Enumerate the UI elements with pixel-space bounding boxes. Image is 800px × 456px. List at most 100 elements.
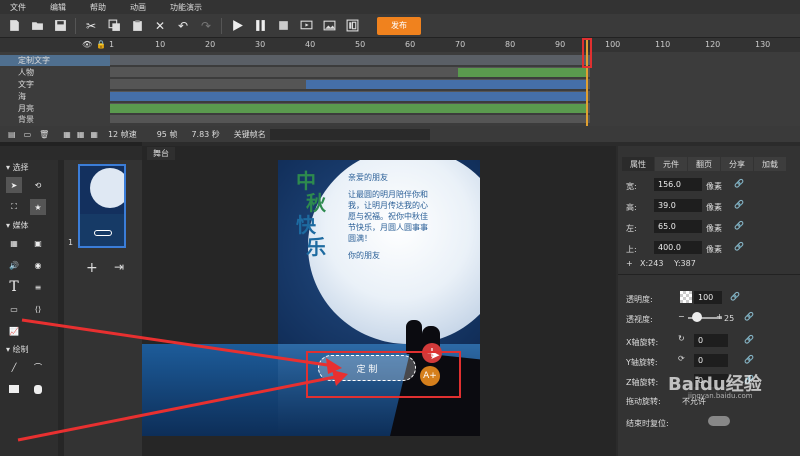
- rotate-tool-icon[interactable]: ⟲: [30, 177, 46, 193]
- festival-title: 中 秋 快 乐: [296, 170, 336, 258]
- ruler-label: 1: [109, 40, 115, 49]
- layer-row-background[interactable]: 背景: [0, 115, 110, 124]
- play-icon[interactable]: [229, 18, 245, 34]
- new-file-icon[interactable]: [6, 18, 22, 34]
- layer-track[interactable]: [110, 55, 590, 66]
- transparency-value: 25: [724, 314, 735, 323]
- delete-icon[interactable]: ✕: [152, 18, 168, 34]
- left-input[interactable]: 65.0: [654, 220, 702, 233]
- keyframe-name-input[interactable]: [269, 128, 430, 140]
- frame-tool-icon[interactable]: ▦: [63, 130, 71, 139]
- tab-stage[interactable]: 舞台: [147, 147, 175, 160]
- title-char: 中: [296, 169, 316, 193]
- list-icon[interactable]: ≡: [30, 279, 46, 295]
- frame-tool-icon[interactable]: ▦: [90, 130, 98, 139]
- save-icon[interactable]: [52, 18, 68, 34]
- layer-name: 月亮: [18, 104, 34, 113]
- transform-icon[interactable]: ⛶: [6, 199, 22, 215]
- picture-icon[interactable]: ▣: [30, 235, 46, 251]
- add-layer-icon[interactable]: ▤: [8, 130, 16, 139]
- top-input[interactable]: 400.0: [654, 241, 702, 254]
- plus-icon[interactable]: +: [716, 312, 723, 321]
- tab-properties[interactable]: 属性: [622, 157, 654, 171]
- paste-icon[interactable]: [129, 18, 145, 34]
- stop-icon[interactable]: [275, 18, 291, 34]
- add-page-icon[interactable]: +: [86, 260, 98, 276]
- tween-bar[interactable]: [306, 80, 586, 89]
- menu-demo[interactable]: 功能演示: [170, 2, 202, 13]
- video-icon[interactable]: ◉: [30, 257, 46, 273]
- link-icon[interactable]: 🔗: [734, 179, 744, 188]
- ruler-label: 100: [605, 40, 621, 49]
- menu-animation[interactable]: 动画: [130, 2, 146, 13]
- tab-share[interactable]: 分享: [721, 157, 753, 171]
- undo-icon[interactable]: ↶: [175, 18, 191, 34]
- eye-icon[interactable]: 👁: [82, 40, 92, 49]
- y-rotation-input[interactable]: 0: [694, 354, 728, 367]
- link-icon[interactable]: 🔗: [744, 335, 754, 344]
- open-folder-icon[interactable]: [29, 18, 45, 34]
- star-frame-icon[interactable]: ★: [30, 199, 46, 215]
- tween-bar[interactable]: [110, 104, 586, 113]
- reset-toggle[interactable]: [708, 416, 730, 426]
- grid-icon[interactable]: ▦: [6, 235, 22, 251]
- trash-icon[interactable]: 🗑: [39, 130, 49, 139]
- text-tool-icon[interactable]: T: [6, 279, 22, 295]
- x-rotation-input[interactable]: 0: [694, 334, 728, 347]
- import-page-icon[interactable]: ⇥: [114, 260, 124, 274]
- slider-handle[interactable]: [692, 312, 702, 322]
- plus-icon: +: [626, 259, 633, 268]
- link-icon[interactable]: 🔗: [744, 355, 754, 364]
- layer-row-people[interactable]: 人物: [0, 67, 110, 78]
- link-icon[interactable]: 🔗: [734, 200, 744, 209]
- tab-page-flip[interactable]: 翻页: [688, 157, 720, 171]
- tween-bar[interactable]: [110, 92, 586, 101]
- link-icon[interactable]: 🔗: [730, 292, 740, 301]
- menu-edit[interactable]: 编辑: [50, 2, 66, 13]
- tween-bar[interactable]: [458, 68, 586, 77]
- tab-load[interactable]: 加载: [754, 157, 786, 171]
- layer-row-moon[interactable]: 月亮: [0, 103, 110, 114]
- folder-icon[interactable]: ▭: [24, 130, 32, 139]
- duration: 7.83 秒: [191, 129, 220, 139]
- unit-label: 像素: [706, 203, 722, 212]
- layer-row-text[interactable]: 文字: [0, 79, 110, 90]
- lock-icon[interactable]: 🔒: [96, 40, 106, 49]
- opacity-select[interactable]: 100: [694, 291, 722, 304]
- image-icon[interactable]: [321, 18, 337, 34]
- minus-icon[interactable]: −: [678, 312, 685, 321]
- layer-track[interactable]: [110, 115, 590, 124]
- pointer-icon[interactable]: ➤: [6, 177, 22, 193]
- annotation-arrows: [17, 318, 348, 442]
- copy-icon[interactable]: [106, 18, 122, 34]
- section-select: ▾ 选择: [6, 162, 29, 172]
- height-label: 高:: [626, 203, 637, 212]
- layer-name: 文字: [18, 80, 34, 89]
- y-rotation-label: Y轴旋转:: [626, 358, 658, 367]
- left-label: 左:: [626, 224, 637, 233]
- menu-file[interactable]: 文件: [10, 2, 26, 13]
- tab-components[interactable]: 元件: [655, 157, 687, 171]
- ruler-label: 20: [205, 40, 216, 49]
- frame-tool-icon[interactable]: ▦: [77, 130, 85, 139]
- height-input[interactable]: 39.0: [654, 199, 702, 212]
- cut-icon[interactable]: ✂: [83, 18, 99, 34]
- link-icon[interactable]: 🔗: [744, 312, 754, 321]
- preview-icon[interactable]: [298, 18, 314, 34]
- audio-icon[interactable]: 🔊: [6, 257, 22, 273]
- toolbar-divider: [221, 17, 222, 34]
- redo-icon[interactable]: ↷: [198, 18, 214, 34]
- page-thumbnail[interactable]: [78, 164, 126, 248]
- clipboard-icon[interactable]: [344, 18, 360, 34]
- title-char: 快: [296, 213, 316, 237]
- pause-icon[interactable]: [252, 18, 268, 34]
- unit-label: 像素: [706, 182, 722, 191]
- width-input[interactable]: 156.0: [654, 178, 702, 191]
- link-icon[interactable]: 🔗: [734, 221, 744, 230]
- ruler-label: 40: [305, 40, 316, 49]
- menu-help[interactable]: 帮助: [90, 2, 106, 13]
- layer-row-custom-text[interactable]: 定制文字: [0, 55, 110, 66]
- publish-button[interactable]: 发布: [377, 16, 421, 35]
- link-icon[interactable]: 🔗: [734, 242, 744, 251]
- layer-row-sea[interactable]: 海: [0, 91, 110, 102]
